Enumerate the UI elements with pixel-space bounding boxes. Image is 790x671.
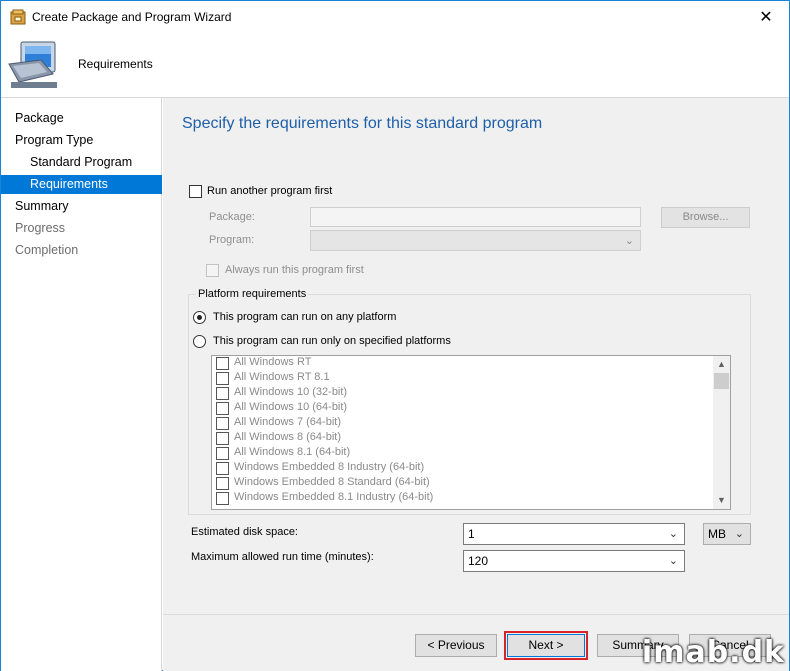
wizard-header: Requirements xyxy=(1,32,789,98)
platform-label: Windows Embedded 8 Industry (64-bit) xyxy=(234,461,425,473)
platform-checkbox[interactable] xyxy=(216,432,229,445)
platform-label: Windows Embedded 8.1 Industry (64-bit) xyxy=(234,491,434,503)
scroll-thumb[interactable] xyxy=(714,373,729,389)
specified-platforms-radio[interactable] xyxy=(193,335,206,348)
always-run-first-checkbox[interactable] xyxy=(206,264,219,277)
scroll-up-icon[interactable]: ▲ xyxy=(713,356,730,373)
wizard-nav: Package Program Type Standard Program Re… xyxy=(1,98,162,671)
any-platform-radio[interactable] xyxy=(193,311,206,324)
next-button[interactable]: Next > xyxy=(504,631,588,660)
disk-space-input[interactable]: 1 ⌄ xyxy=(463,523,685,545)
platform-requirements-title: Platform requirements xyxy=(196,288,309,300)
close-button[interactable]: ✕ xyxy=(743,1,789,32)
nav-item-completion: Completion xyxy=(15,243,79,257)
platform-checkbox[interactable] xyxy=(216,372,229,385)
previous-button[interactable]: < Previous xyxy=(415,634,497,657)
any-platform-label: This program can run on any platform xyxy=(213,311,397,323)
page-title: Requirements xyxy=(78,57,153,71)
run-another-program-label: Run another program first xyxy=(207,185,333,197)
platform-checkbox[interactable] xyxy=(216,417,229,430)
computer-icon xyxy=(8,41,57,88)
package-app-icon xyxy=(10,9,26,25)
platform-label: All Windows 7 (64-bit) xyxy=(234,416,341,428)
watermark: imab.dk xyxy=(641,635,785,670)
chevron-down-icon: ⌄ xyxy=(624,235,634,247)
platform-label: Windows Embedded 8 Standard (64-bit) xyxy=(234,476,430,488)
footer-divider xyxy=(163,614,789,615)
platform-checkbox[interactable] xyxy=(216,462,229,475)
platform-checkbox[interactable] xyxy=(216,357,229,370)
platform-label: All Windows 8 (64-bit) xyxy=(234,431,341,443)
platform-label: All Windows 10 (64-bit) xyxy=(234,401,348,413)
platform-list[interactable]: All Windows RT All Windows RT 8.1 All Wi… xyxy=(211,355,731,510)
specified-platforms-label: This program can run only on specified p… xyxy=(213,335,451,347)
nav-item-program-type[interactable]: Program Type xyxy=(1,131,162,150)
run-time-label: Maximum allowed run time (minutes): xyxy=(191,551,374,563)
nav-item-progress: Progress xyxy=(15,221,66,235)
platform-label: All Windows 8.1 (64-bit) xyxy=(234,446,351,458)
platform-label: All Windows RT xyxy=(234,356,312,368)
disk-unit-select[interactable]: MB ⌄ xyxy=(703,523,751,545)
nav-item-summary[interactable]: Summary xyxy=(1,197,162,216)
nav-item-package[interactable]: Package xyxy=(1,109,162,128)
close-icon: ✕ xyxy=(759,8,773,26)
platform-checkbox[interactable] xyxy=(216,402,229,415)
chevron-down-icon: ⌄ xyxy=(734,528,744,540)
main-panel: Specify the requirements for this standa… xyxy=(163,98,789,671)
program-select[interactable]: ⌄ xyxy=(310,230,641,251)
radio-selected-dot xyxy=(197,315,202,320)
platform-checkbox[interactable] xyxy=(216,447,229,460)
platform-checkbox[interactable] xyxy=(216,387,229,400)
window-title: Create Package and Program Wizard xyxy=(32,10,232,24)
scroll-down-icon[interactable]: ▼ xyxy=(713,492,730,509)
package-field[interactable] xyxy=(310,207,641,227)
run-time-value: 120 xyxy=(468,554,489,568)
platform-label: All Windows 10 (32-bit) xyxy=(234,386,348,398)
chevron-down-icon: ⌄ xyxy=(668,555,678,567)
platform-checkbox[interactable] xyxy=(216,492,229,505)
nav-item-requirements[interactable]: Requirements xyxy=(1,175,162,194)
disk-space-value: 1 xyxy=(468,527,475,541)
platform-label: All Windows RT 8.1 xyxy=(234,371,330,383)
main-heading: Specify the requirements for this standa… xyxy=(182,115,543,132)
platform-checkbox[interactable] xyxy=(216,477,229,490)
title-bar: Create Package and Program Wizard ✕ xyxy=(1,1,789,32)
program-label: Program: xyxy=(209,234,255,246)
always-run-first-label: Always run this program first xyxy=(225,264,364,276)
disk-space-label: Estimated disk space: xyxy=(191,526,298,538)
nav-item-standard-program[interactable]: Standard Program xyxy=(1,153,162,172)
package-label: Package: xyxy=(209,211,255,223)
disk-unit-value: MB xyxy=(708,527,726,541)
wizard-window: Create Package and Program Wizard ✕ Requ… xyxy=(0,0,790,671)
platform-list-scrollbar[interactable]: ▲ ▼ xyxy=(713,356,730,509)
chevron-down-icon: ⌄ xyxy=(668,528,678,540)
browse-button[interactable]: Browse... xyxy=(661,207,750,228)
run-time-input[interactable]: 120 ⌄ xyxy=(463,550,685,572)
run-another-program-checkbox[interactable] xyxy=(189,185,202,198)
